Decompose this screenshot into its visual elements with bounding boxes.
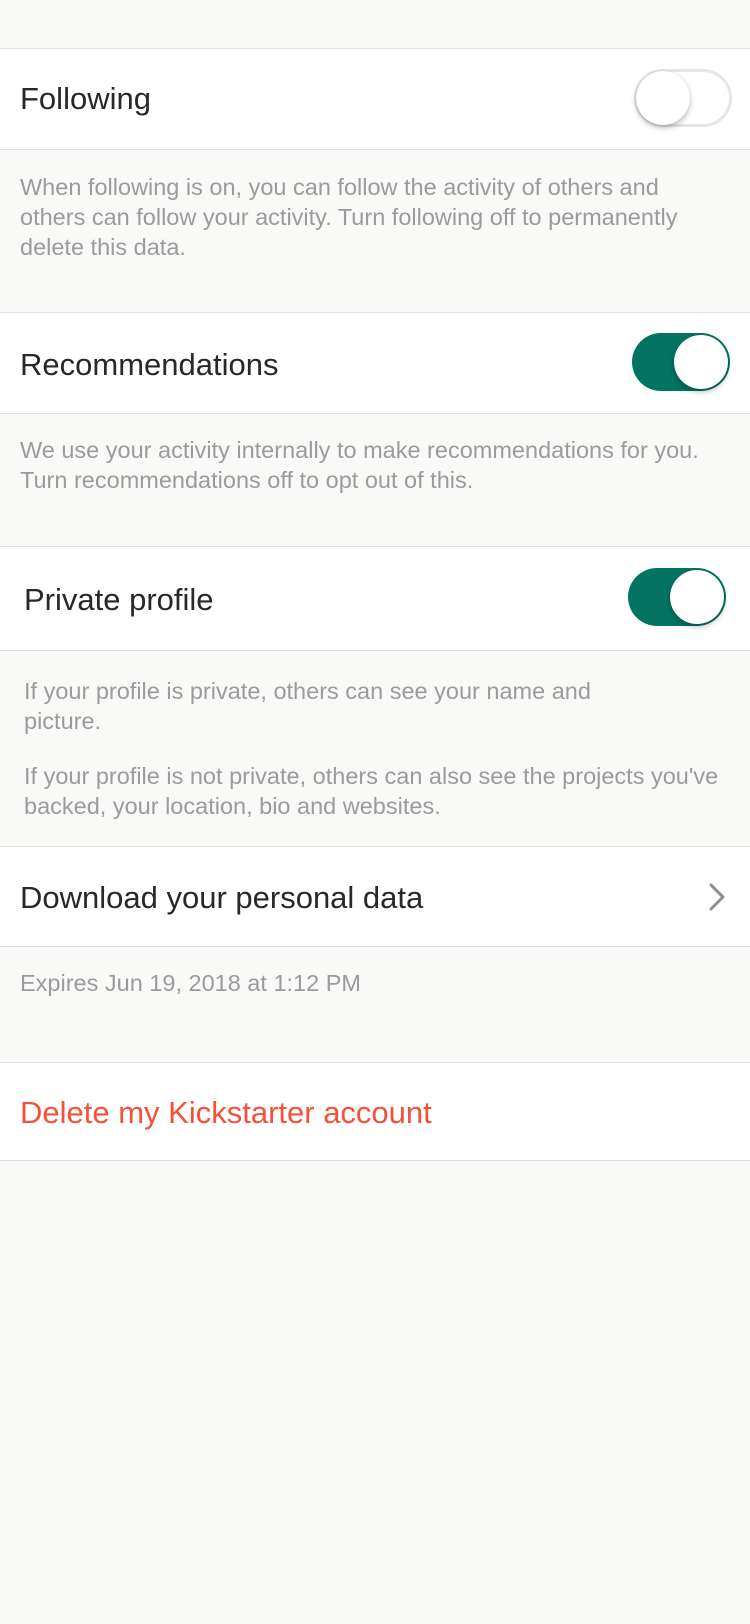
private-profile-row[interactable]: Private profile [0, 546, 750, 651]
chevron-right-icon [709, 883, 725, 911]
toggle-knob [670, 570, 724, 624]
download-expires-note: Expires Jun 19, 2018 at 1:12 PM [20, 968, 720, 998]
delete-account-row[interactable]: Delete my Kickstarter account [0, 1062, 750, 1161]
recommendations-description-text: We use your activity internally to make … [20, 437, 699, 493]
private-profile-label: Private profile [24, 582, 214, 617]
download-data-row[interactable]: Download your personal data [0, 846, 750, 947]
delete-account-label: Delete my Kickstarter account [20, 1095, 432, 1130]
toggle-knob [674, 335, 728, 389]
following-description: When following is on, you can follow the… [20, 172, 720, 262]
private-profile-description-text-1: If your profile is private, others can s… [24, 678, 591, 734]
recommendations-toggle[interactable] [632, 333, 730, 391]
following-label: Following [20, 81, 151, 116]
toggle-knob [636, 71, 690, 125]
private-profile-description-text-2: If your profile is not private, others c… [24, 763, 719, 819]
download-data-label: Download your personal data [20, 880, 424, 915]
private-profile-toggle[interactable] [628, 568, 726, 626]
expires-text: Expires Jun 19, 2018 at 1:12 PM [20, 970, 361, 996]
recommendations-label: Recommendations [20, 347, 279, 382]
privacy-settings-page: Following When following is on, you can … [0, 0, 750, 1624]
following-row[interactable]: Following [0, 48, 750, 150]
following-description-text: When following is on, you can follow the… [20, 174, 678, 260]
private-profile-description: If your profile is private, others can s… [24, 676, 724, 821]
recommendations-description: We use your activity internally to make … [20, 435, 732, 495]
recommendations-row[interactable]: Recommendations [0, 312, 750, 414]
following-toggle[interactable] [634, 69, 732, 127]
